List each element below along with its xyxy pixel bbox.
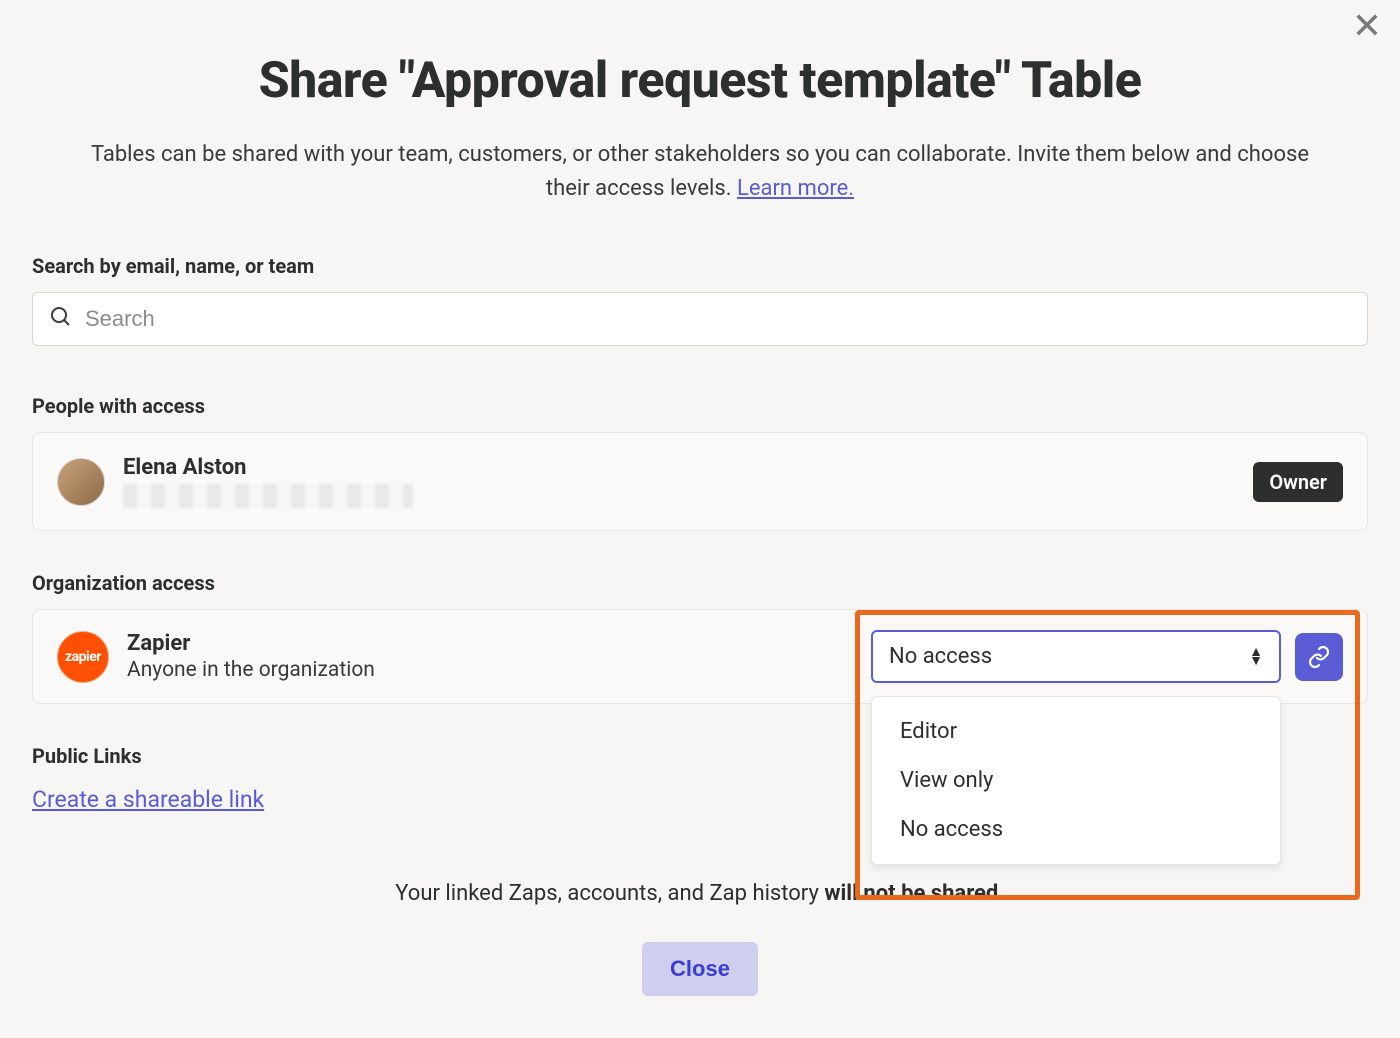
dropdown-option-editor[interactable]: Editor bbox=[872, 707, 1280, 756]
person-name: Elena Alston bbox=[123, 455, 1253, 480]
search-icon bbox=[49, 305, 73, 333]
person-email-redacted bbox=[123, 484, 413, 508]
access-level-select[interactable]: No access ▲▼ bbox=[871, 630, 1281, 683]
access-dropdown-menu: Editor View only No access bbox=[871, 696, 1281, 865]
search-input-container[interactable] bbox=[32, 292, 1368, 346]
share-modal: ✕ Share "Approval request template" Tabl… bbox=[0, 0, 1400, 1038]
dropdown-option-no-access[interactable]: No access bbox=[872, 805, 1280, 854]
select-chevrons-icon: ▲▼ bbox=[1249, 648, 1263, 665]
org-info: Zapier Anyone in the organization bbox=[127, 631, 871, 682]
create-shareable-link[interactable]: Create a shareable link bbox=[32, 786, 264, 813]
close-button[interactable]: Close bbox=[642, 942, 758, 996]
dropdown-option-view-only[interactable]: View only bbox=[872, 756, 1280, 805]
org-name: Zapier bbox=[127, 631, 871, 656]
people-access-label: People with access bbox=[32, 394, 1368, 418]
people-access-card: Elena Alston Owner bbox=[32, 432, 1368, 531]
close-icon[interactable]: ✕ bbox=[1352, 8, 1382, 44]
search-input[interactable] bbox=[85, 306, 1351, 332]
person-info: Elena Alston bbox=[123, 455, 1253, 508]
modal-description: Tables can be shared with your team, cus… bbox=[70, 138, 1330, 206]
org-access-label: Organization access bbox=[32, 571, 1368, 595]
modal-title: Share "Approval request template" Table bbox=[32, 52, 1368, 110]
access-controls: No access ▲▼ Editor View only No access bbox=[871, 630, 1343, 683]
access-selected-value: No access bbox=[889, 644, 992, 669]
user-avatar bbox=[57, 458, 105, 506]
search-label: Search by email, name, or team bbox=[32, 254, 1368, 278]
disclaimer-bold: will not be shared. bbox=[824, 881, 1004, 906]
disclaimer: Your linked Zaps, accounts, and Zap hist… bbox=[32, 881, 1368, 906]
footer: Close bbox=[32, 942, 1368, 996]
copy-link-button[interactable] bbox=[1295, 633, 1343, 681]
learn-more-link[interactable]: Learn more. bbox=[737, 176, 854, 201]
disclaimer-pre: Your linked Zaps, accounts, and Zap hist… bbox=[395, 881, 824, 906]
org-sub: Anyone in the organization bbox=[127, 658, 871, 682]
org-access-card: zapier Zapier Anyone in the organization… bbox=[32, 609, 1368, 704]
owner-badge: Owner bbox=[1253, 462, 1343, 502]
description-text: Tables can be shared with your team, cus… bbox=[91, 142, 1309, 201]
org-avatar: zapier bbox=[57, 631, 109, 683]
